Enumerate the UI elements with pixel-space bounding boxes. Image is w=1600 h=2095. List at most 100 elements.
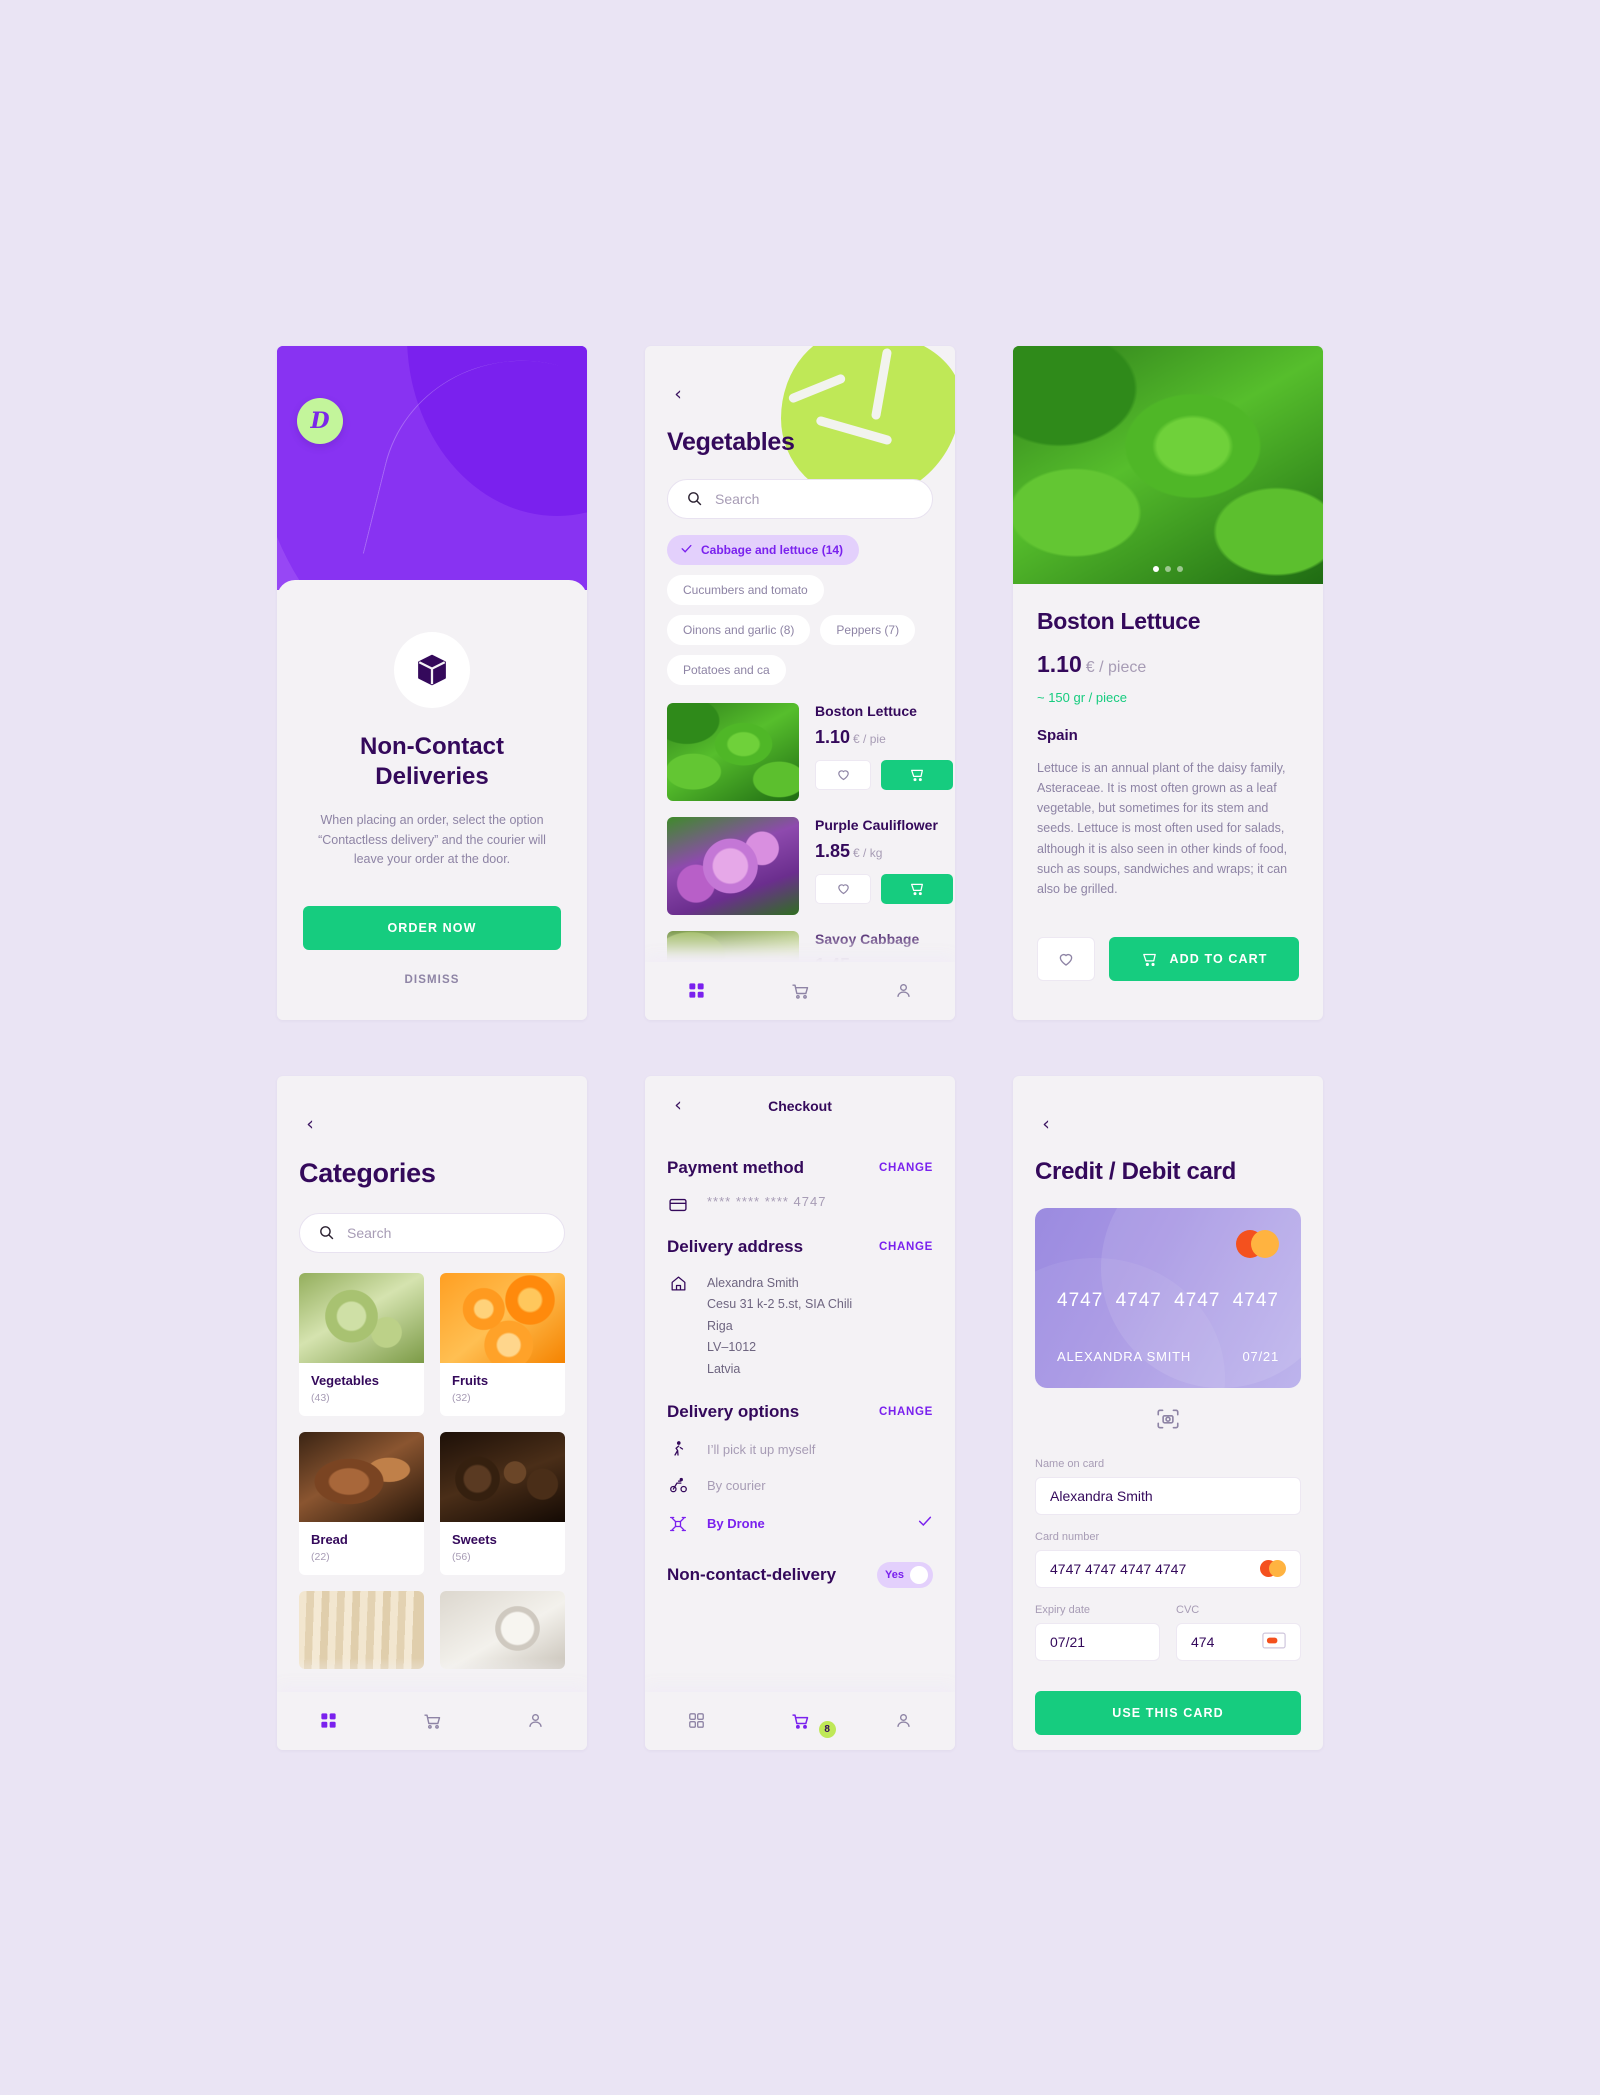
promo-title-line2: Deliveries [375, 763, 489, 791]
tab-profile[interactable] [852, 981, 955, 1000]
category-chips: Cabbage and lettuce (14) Cucumbers and t… [645, 519, 955, 685]
chip-cucumbers-and-tomato[interactable]: Cucumbers and tomato [667, 574, 824, 605]
category-card-fruits[interactable]: Fruits (32) [440, 1272, 565, 1416]
masked-card-number: **** **** **** 4747 [707, 1193, 827, 1209]
expiry-date-value: 07/21 [1050, 1633, 1086, 1650]
change-delivery-button[interactable]: CHANGE [879, 1406, 933, 1418]
search-input[interactable]: Search [667, 478, 933, 519]
add-to-cart-button[interactable]: ADD TO CART [1109, 937, 1299, 982]
back-button[interactable]: ‹ [667, 384, 689, 406]
page-title: Categories [299, 1157, 436, 1188]
delivery-options-heading: Delivery options [667, 1402, 800, 1421]
price-value: 1.85 [815, 840, 851, 861]
product-price: 1.10 € / pie [815, 727, 953, 748]
screen-categories: ‹ Categories Search Vegetables (43) Frui… [277, 1075, 587, 1750]
expiry-date-field[interactable]: 07/21 [1035, 1622, 1160, 1661]
chip-oinons-and-garlic[interactable]: Oinons and garlic (8) [667, 614, 811, 645]
category-count: (32) [452, 1391, 471, 1404]
dismiss-button[interactable]: DISMISS [303, 974, 561, 986]
back-button[interactable]: ‹ [1035, 1114, 1057, 1136]
card-number-group: 4747 [1057, 1289, 1104, 1311]
delivery-option-pickup[interactable]: I’ll pick it up myself [667, 1440, 933, 1458]
card-number-label: Card number [1035, 1530, 1100, 1543]
card-header: ‹ Credit / Debit card [1013, 1076, 1323, 1186]
favourite-button[interactable] [815, 759, 871, 790]
cvc-value: 474 [1191, 1633, 1215, 1650]
promo-description: When placing an order, select the option… [318, 812, 546, 867]
add-to-cart-button[interactable] [881, 759, 953, 790]
dot[interactable] [1165, 565, 1171, 572]
category-card-sweets[interactable]: Sweets (56) [440, 1431, 565, 1575]
tab-cart[interactable] [380, 1711, 483, 1731]
mastercard-icon [1236, 1229, 1279, 1258]
tab-profile[interactable] [484, 1711, 587, 1730]
tab-profile[interactable] [852, 1711, 955, 1730]
screen-credit-card: ‹ Credit / Debit card 4747 4747 4747 474… [1013, 1075, 1323, 1750]
promo-title-line1: Non-Contact [360, 732, 504, 760]
tab-cart[interactable] [748, 981, 851, 1001]
product-weight: ~ 150 gr / piece [1037, 689, 1127, 705]
chip-potatoes[interactable]: Potatoes and ca [667, 654, 786, 685]
cvc-label: CVC [1176, 1603, 1200, 1616]
address-line: Riga [707, 1318, 733, 1333]
tab-catalog[interactable] [645, 981, 748, 1000]
product-row[interactable]: Boston Lettuce 1.10 € / pie [667, 702, 953, 801]
address-line: Cesu 31 k-2 5.st, SIA Chili [707, 1297, 853, 1311]
payment-method-row[interactable]: **** **** **** 4747 [667, 1194, 933, 1215]
card-number-field[interactable]: 4747 4747 4747 4747 [1035, 1549, 1301, 1588]
tab-cart[interactable]: 8 [748, 1711, 851, 1738]
delivery-option-label: By courier [707, 1478, 766, 1493]
screens-board: D Non-Contact Deliveries When placing an… [0, 0, 1600, 2095]
add-to-cart-button[interactable] [881, 873, 953, 904]
card-holder-name: ALEXANDRA SMITH [1057, 1348, 1192, 1364]
non-contact-delivery-row: Non-contact-delivery Yes [667, 1562, 933, 1588]
address-line: Latvia [707, 1361, 741, 1376]
expiry-date-label: Expiry date [1035, 1603, 1091, 1616]
product-row[interactable]: Purple Cauliflower 1.85 € / kg [667, 816, 953, 915]
delivery-option-drone[interactable]: By Drone [667, 1513, 933, 1534]
page-title: Credit / Debit card [1035, 1157, 1237, 1185]
delivery-option-courier[interactable]: By courier [667, 1476, 933, 1495]
bottom-tabbar [645, 961, 955, 1020]
non-contact-delivery-toggle[interactable]: Yes [877, 1562, 933, 1588]
name-on-card-field[interactable]: Alexandra Smith [1035, 1476, 1301, 1515]
card-number-group: 4747 [1174, 1289, 1221, 1311]
delivery-address-row[interactable]: Alexandra Smith Cesu 31 k-2 5.st, SIA Ch… [667, 1273, 933, 1381]
product-name: Boston Lettuce [815, 702, 917, 719]
category-card-vegetables[interactable]: Vegetables (43) [299, 1272, 424, 1416]
promo-card: Non-Contact Deliveries When placing an o… [277, 579, 587, 1020]
camera-scan-icon[interactable] [1013, 1406, 1323, 1432]
address-lines: Alexandra Smith Cesu 31 k-2 5.st, SIA Ch… [707, 1273, 852, 1381]
name-on-card-label: Name on card [1035, 1457, 1105, 1470]
order-now-button[interactable]: ORDER NOW [303, 906, 561, 951]
back-button[interactable]: ‹ [299, 1114, 321, 1136]
use-this-card-button[interactable]: USE THIS CARD [1035, 1690, 1301, 1735]
favourite-button[interactable] [1037, 937, 1095, 982]
list-fade [645, 927, 955, 962]
bicycle-icon [667, 1476, 689, 1495]
price-unit: € / kg [853, 845, 883, 860]
product-price: 1.85 € / kg [815, 841, 953, 862]
cvc-field[interactable]: 474 [1176, 1622, 1301, 1661]
dot[interactable] [1177, 565, 1183, 572]
category-card-bread[interactable]: Bread (22) [299, 1431, 424, 1575]
promo-hero [277, 345, 587, 590]
category-count: (56) [452, 1550, 471, 1563]
favourite-button[interactable] [815, 873, 871, 904]
search-input[interactable]: Search [299, 1212, 565, 1253]
change-address-button[interactable]: CHANGE [879, 1241, 933, 1253]
tab-catalog[interactable] [277, 1711, 380, 1730]
chip-peppers[interactable]: Peppers (7) [820, 614, 916, 645]
tab-catalog[interactable] [645, 1711, 748, 1730]
chip-cabbage-and-lettuce[interactable]: Cabbage and lettuce (14) [667, 534, 860, 565]
carousel-dots[interactable] [1013, 565, 1323, 572]
change-payment-button[interactable]: CHANGE [879, 1162, 933, 1174]
toggle-text: Yes [885, 1569, 904, 1581]
page-title: Non-Contact Deliveries [303, 732, 561, 793]
search-placeholder: Search [347, 1224, 392, 1241]
product-origin: Spain [1037, 726, 1078, 744]
search-placeholder: Search [715, 490, 760, 507]
dot[interactable] [1153, 565, 1159, 572]
category-photo [299, 1272, 424, 1363]
toggle-knob [909, 1566, 928, 1584]
